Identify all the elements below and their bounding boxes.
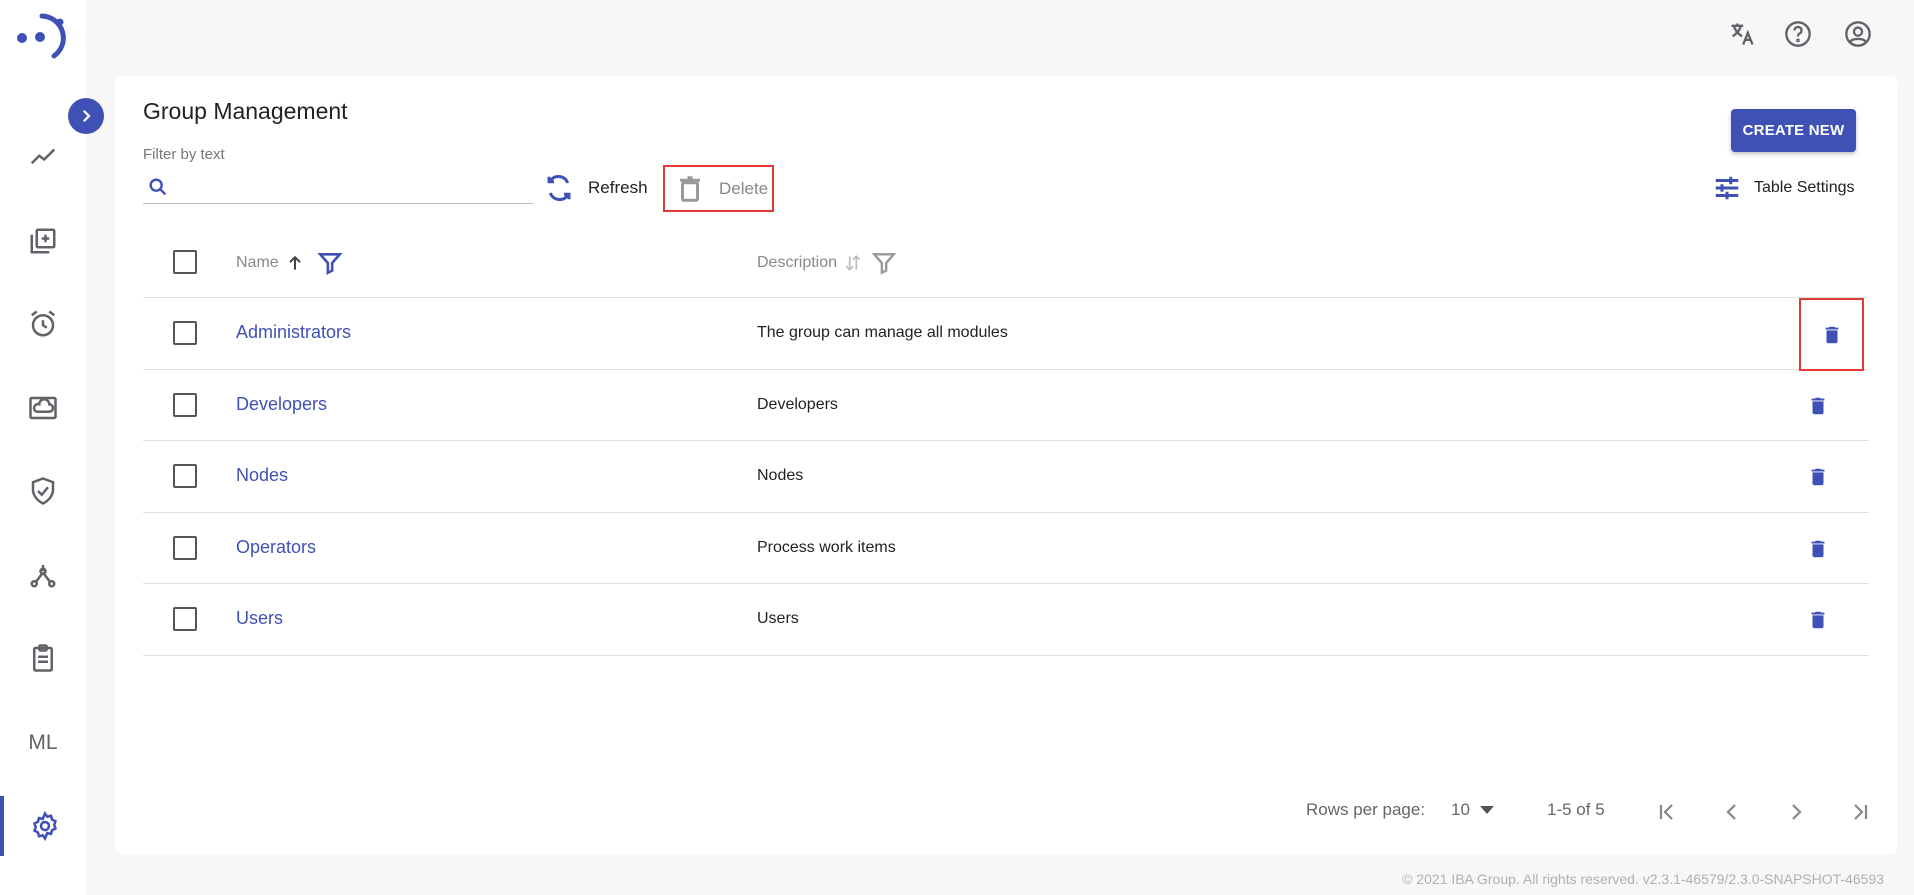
row-checkbox[interactable] bbox=[173, 464, 197, 489]
group-description: Users bbox=[757, 610, 799, 628]
sidebar-item-library[interactable] bbox=[0, 211, 86, 271]
sidebar-item-dashboard[interactable] bbox=[0, 127, 86, 187]
group-description: Process work items bbox=[757, 538, 896, 556]
sort-icon[interactable] bbox=[843, 253, 863, 273]
table-row: Developers Developers bbox=[143, 370, 1869, 442]
trend-icon bbox=[30, 148, 56, 165]
group-name-link[interactable]: Administrators bbox=[236, 322, 351, 343]
row-checkbox[interactable] bbox=[173, 535, 197, 560]
refresh-label: Refresh bbox=[588, 178, 648, 197]
row-delete-button[interactable] bbox=[1800, 459, 1836, 495]
table-settings-label: Table Settings bbox=[1754, 179, 1855, 196]
sidebar-item-storage[interactable] bbox=[0, 378, 86, 438]
sidebar-expand-button[interactable] bbox=[68, 98, 104, 134]
sidebar: ML bbox=[0, 0, 86, 895]
group-name-link[interactable]: Operators bbox=[236, 537, 316, 558]
row-checkbox[interactable] bbox=[173, 392, 197, 417]
filter-label: Filter by text bbox=[143, 146, 225, 163]
sidebar-item-settings[interactable] bbox=[0, 796, 86, 856]
account-icon bbox=[1845, 21, 1871, 47]
trash-outline-icon bbox=[680, 175, 700, 202]
select-all-checkbox[interactable] bbox=[173, 250, 197, 274]
sidebar-item-security[interactable] bbox=[0, 461, 86, 521]
trash-icon bbox=[1811, 397, 1825, 414]
app-logo[interactable] bbox=[14, 10, 70, 62]
library-add-icon bbox=[30, 228, 56, 254]
table-row: Operators Process work items bbox=[143, 513, 1869, 585]
table-row: Nodes Nodes bbox=[143, 441, 1869, 513]
trash-icon bbox=[1811, 612, 1825, 629]
sidebar-item-ml[interactable]: ML bbox=[0, 713, 86, 773]
group-description: Developers bbox=[757, 395, 838, 413]
filter-field[interactable] bbox=[143, 170, 533, 204]
trash-icon bbox=[1811, 468, 1825, 486]
sidebar-item-connections[interactable] bbox=[0, 545, 86, 605]
last-page-button[interactable] bbox=[1844, 796, 1876, 828]
trash-icon bbox=[1811, 540, 1825, 558]
help-button[interactable] bbox=[1782, 18, 1814, 50]
delete-button[interactable]: Delete bbox=[663, 165, 774, 212]
first-page-button[interactable] bbox=[1651, 796, 1683, 828]
table-header: Name Description bbox=[143, 226, 1869, 298]
gear-icon bbox=[32, 811, 58, 841]
first-page-icon bbox=[1659, 804, 1673, 820]
chevron-left-icon bbox=[1726, 804, 1736, 820]
shield-check-icon bbox=[31, 477, 55, 505]
pagination-range: 1-5 of 5 bbox=[1547, 800, 1605, 819]
rows-per-page-select[interactable]: 10 bbox=[1451, 800, 1494, 820]
row-checkbox[interactable] bbox=[173, 607, 197, 632]
language-button[interactable] bbox=[1726, 18, 1758, 50]
alarm-icon bbox=[31, 310, 55, 337]
group-name-link[interactable]: Nodes bbox=[236, 465, 288, 486]
column-header-name[interactable]: Name bbox=[236, 250, 343, 276]
create-new-button[interactable]: CREATE NEW bbox=[1731, 109, 1856, 152]
filter-input[interactable] bbox=[177, 171, 533, 202]
help-icon bbox=[1785, 21, 1811, 47]
row-delete-button[interactable] bbox=[1800, 531, 1836, 567]
groups-table: Name Description Administrators The grou… bbox=[143, 226, 1869, 656]
row-delete-button[interactable] bbox=[1799, 298, 1864, 371]
rows-per-page-label: Rows per page: bbox=[1306, 800, 1426, 819]
column-header-description[interactable]: Description bbox=[757, 250, 897, 276]
chevron-right-icon bbox=[82, 109, 91, 123]
search-icon bbox=[149, 177, 167, 195]
next-page-button[interactable] bbox=[1780, 796, 1812, 828]
rows-per-page-value: 10 bbox=[1451, 800, 1470, 819]
table-settings-button[interactable]: Table Settings bbox=[1712, 167, 1855, 209]
tune-icon bbox=[1715, 176, 1739, 200]
row-delete-button[interactable] bbox=[1800, 388, 1836, 424]
sidebar-item-label: ML bbox=[28, 731, 58, 754]
footer-copyright: © 2021 IBA Group. All rights reserved. v… bbox=[1402, 871, 1884, 887]
clipboard-icon bbox=[33, 644, 53, 672]
filter-icon[interactable] bbox=[317, 250, 343, 276]
sort-ascending-icon[interactable] bbox=[285, 253, 305, 273]
table-row: Administrators The group can manage all … bbox=[143, 298, 1869, 371]
trash-icon bbox=[1825, 326, 1838, 343]
table-row: Users Users bbox=[143, 584, 1869, 656]
cloud-storage-icon bbox=[29, 396, 57, 420]
delete-label: Delete bbox=[719, 178, 769, 198]
account-button[interactable] bbox=[1842, 18, 1874, 50]
previous-page-button[interactable] bbox=[1716, 796, 1748, 828]
dropdown-arrow-icon bbox=[1479, 806, 1494, 814]
refresh-icon bbox=[547, 175, 571, 201]
last-page-icon bbox=[1854, 804, 1868, 820]
group-name-link[interactable]: Developers bbox=[236, 394, 327, 415]
refresh-button[interactable]: Refresh bbox=[544, 167, 648, 209]
group-name-link[interactable]: Users bbox=[236, 608, 283, 629]
filter-icon[interactable] bbox=[871, 250, 897, 276]
column-label: Name bbox=[236, 254, 279, 271]
group-description: Nodes bbox=[757, 467, 804, 485]
row-delete-button[interactable] bbox=[1800, 602, 1836, 638]
page-title: Group Management bbox=[143, 98, 348, 124]
chevron-right-icon bbox=[1792, 804, 1802, 820]
translate-icon bbox=[1731, 23, 1754, 45]
row-checkbox[interactable] bbox=[173, 321, 197, 345]
network-icon bbox=[30, 565, 56, 588]
sidebar-item-tasks[interactable] bbox=[0, 628, 86, 688]
group-description: The group can manage all modules bbox=[757, 324, 1008, 341]
column-label: Description bbox=[757, 254, 838, 271]
sidebar-item-schedules[interactable] bbox=[0, 294, 86, 354]
